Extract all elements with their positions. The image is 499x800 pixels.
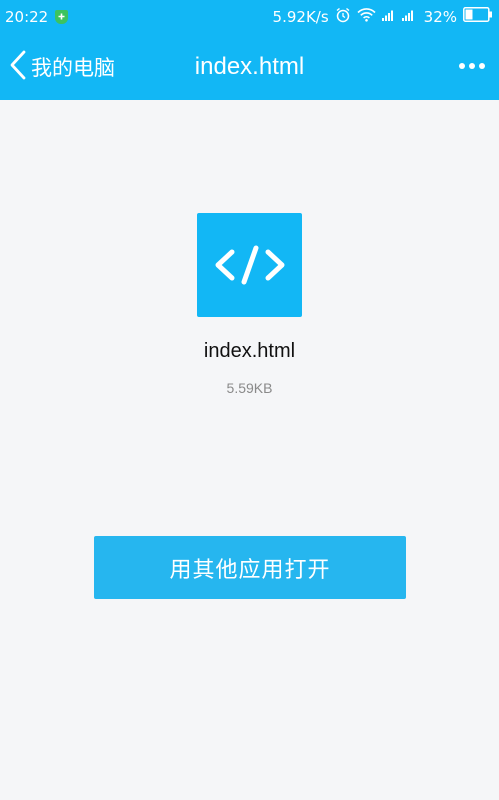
status-bar: 20:22 5.92K/s 32% [0,0,499,33]
chevron-left-icon [9,50,27,84]
back-button[interactable]: 我的电脑 [9,33,115,100]
more-dots-icon [469,63,475,69]
signal-icon [381,7,418,26]
top-nav-bar: 我的电脑 index.html [0,33,499,100]
status-time: 20:22 [5,7,49,26]
wifi-icon [357,7,376,26]
more-button[interactable] [455,55,489,77]
battery-icon [463,7,493,26]
battery-percent: 32% [423,7,457,26]
shield-icon [55,9,69,24]
more-dots-icon [479,63,485,69]
net-speed: 5.92K/s [272,7,329,26]
html-file-icon [197,213,302,317]
back-label: 我的电脑 [31,55,115,80]
alarm-icon [335,7,351,27]
open-with-other-app-button[interactable]: 用其他应用打开 [94,536,406,599]
more-dots-icon [459,63,465,69]
file-size: 5.59KB [226,380,273,396]
file-name: index.html [203,340,296,362]
